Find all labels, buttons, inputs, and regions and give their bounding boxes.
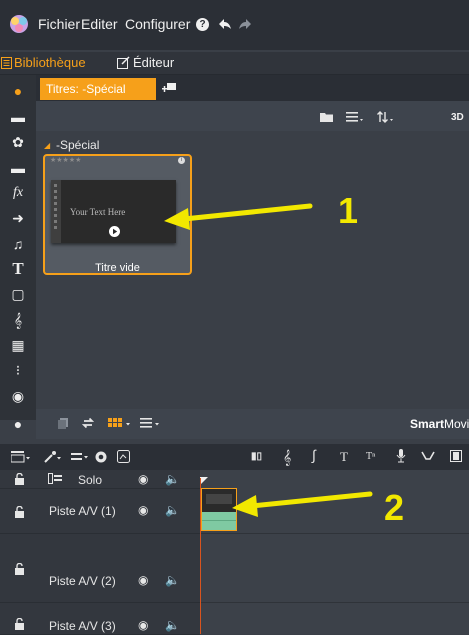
rail-transitions-icon[interactable]: ➜ (8, 208, 28, 228)
lock-icon[interactable] (14, 563, 25, 575)
list-view-icon[interactable] (346, 112, 364, 122)
rating-stars[interactable]: ★★★★★ (50, 156, 81, 164)
subtitle-tool-icon[interactable]: Tⁿ (366, 451, 375, 462)
smartmovie-button[interactable]: SmartMovie (410, 417, 469, 431)
menu-fichier[interactable]: Fichier (38, 16, 80, 32)
lock-icon[interactable] (14, 473, 25, 485)
magic-wand-icon[interactable] (44, 450, 62, 463)
audio-ducking-icon[interactable] (421, 451, 435, 461)
speaker-icon[interactable]: 🔈 (165, 503, 180, 517)
lock-icon[interactable] (14, 506, 25, 518)
rail-disc-icon[interactable]: ◉ (8, 386, 28, 406)
rail-bottom-icon[interactable]: ● (8, 414, 28, 434)
undo-icon[interactable] (218, 18, 232, 30)
speaker-icon[interactable]: 🔈 (165, 618, 180, 632)
microphone-icon[interactable] (396, 449, 406, 463)
play-preview-icon[interactable] (109, 226, 120, 237)
title-tool-icon[interactable]: T (340, 449, 348, 465)
editor-icon (117, 56, 130, 69)
annotation-number-2: 2 (384, 487, 405, 528)
playhead-marker-icon[interactable] (200, 477, 208, 485)
rail-scorefitter-icon[interactable]: 𝄞 (8, 310, 28, 330)
annotation-arrow-2 (232, 491, 373, 517)
rail-music-icon[interactable]: ♫ (8, 234, 28, 254)
lock-icon[interactable] (14, 618, 25, 630)
menu-editer[interactable]: Editer (81, 16, 118, 32)
tab-editor[interactable]: Éditeur (133, 55, 174, 70)
info-icon[interactable]: i (178, 157, 185, 164)
record-icon[interactable] (95, 451, 107, 463)
redo-icon[interactable] (238, 18, 252, 30)
rail-project-bin-icon[interactable]: ● (8, 81, 28, 101)
rail-montage-icon[interactable]: ▢ (8, 284, 28, 304)
rail-titles-icon[interactable]: T (8, 259, 28, 279)
copy-icon[interactable] (58, 418, 68, 429)
sort-icon[interactable] (377, 111, 395, 123)
menu-configurer[interactable]: Configurer (125, 16, 190, 32)
rail-piano-icon[interactable]: ▦ (8, 335, 28, 355)
visibility-eye-icon[interactable]: ◉ (138, 618, 148, 632)
smartmovie-bold: Smart (410, 417, 445, 431)
smartmovie-regular: Movie (444, 417, 469, 431)
tab-titres-special[interactable]: Titres: -Spécial (40, 78, 156, 100)
thumbnail-preview-text: Your Text Here (70, 207, 126, 217)
panel-toggle-icon[interactable] (450, 450, 462, 462)
lane-separator (200, 602, 469, 603)
grid-view-icon[interactable] (108, 418, 132, 428)
collapse-caret-icon[interactable]: ◢ (44, 141, 50, 150)
add-tab-icon[interactable] (162, 83, 176, 95)
scorefitter-icon[interactable]: 𝄞 (283, 449, 291, 466)
speaker-icon[interactable]: 🔈 (165, 472, 180, 486)
visibility-eye-icon[interactable]: ◉ (138, 573, 148, 587)
track-label-av3: Piste A/V (3) (49, 619, 116, 633)
track-label-av1: Piste A/V (1) (49, 504, 116, 518)
solo-track-icon[interactable] (48, 473, 62, 484)
annotation-arrow-1 (164, 203, 313, 230)
rail-audio-icon[interactable]: ⁝ (8, 360, 28, 380)
film-strip-edge (51, 180, 61, 243)
annotation-number-1: 1 (338, 190, 359, 231)
track-header-av2 (0, 534, 200, 603)
menu-list-icon[interactable] (140, 418, 160, 428)
rail-reel-icon[interactable]: ✿ (8, 132, 28, 152)
music-note-icon[interactable]: ∫ (312, 447, 316, 463)
library-bottom-bar (36, 409, 469, 439)
timeline-settings-icon[interactable] (11, 451, 31, 463)
3d-view-toggle[interactable]: 3D (451, 112, 464, 123)
app-logo-icon (10, 15, 28, 33)
track-label-solo: Solo (78, 473, 103, 487)
rail-folder-icon[interactable]: ▬ (8, 158, 28, 178)
rail-effects-icon[interactable]: fx (8, 183, 28, 203)
help-icon[interactable]: ? (196, 18, 209, 31)
visibility-eye-icon[interactable]: ◉ (138, 472, 148, 486)
visibility-eye-icon[interactable]: ◉ (138, 503, 148, 517)
speaker-icon[interactable]: 🔈 (165, 573, 180, 587)
folder-icon[interactable] (320, 112, 333, 122)
snapshot-icon[interactable] (117, 450, 130, 463)
lane-separator (200, 533, 469, 534)
thumbnail-caption: Titre vide (95, 262, 140, 274)
rail-video-folder-icon[interactable]: ▬ (8, 107, 28, 127)
library-icon (1, 57, 12, 69)
audio-mixer-icon[interactable]: ▮▯ (251, 451, 262, 462)
section-header: -Spécial (56, 138, 100, 152)
library-toolbar (36, 101, 469, 131)
track-options-icon[interactable] (71, 452, 89, 462)
track-label-av2: Piste A/V (2) (49, 574, 116, 588)
swap-icon[interactable] (82, 417, 94, 429)
tab-library[interactable]: Bibliothèque (14, 55, 86, 70)
